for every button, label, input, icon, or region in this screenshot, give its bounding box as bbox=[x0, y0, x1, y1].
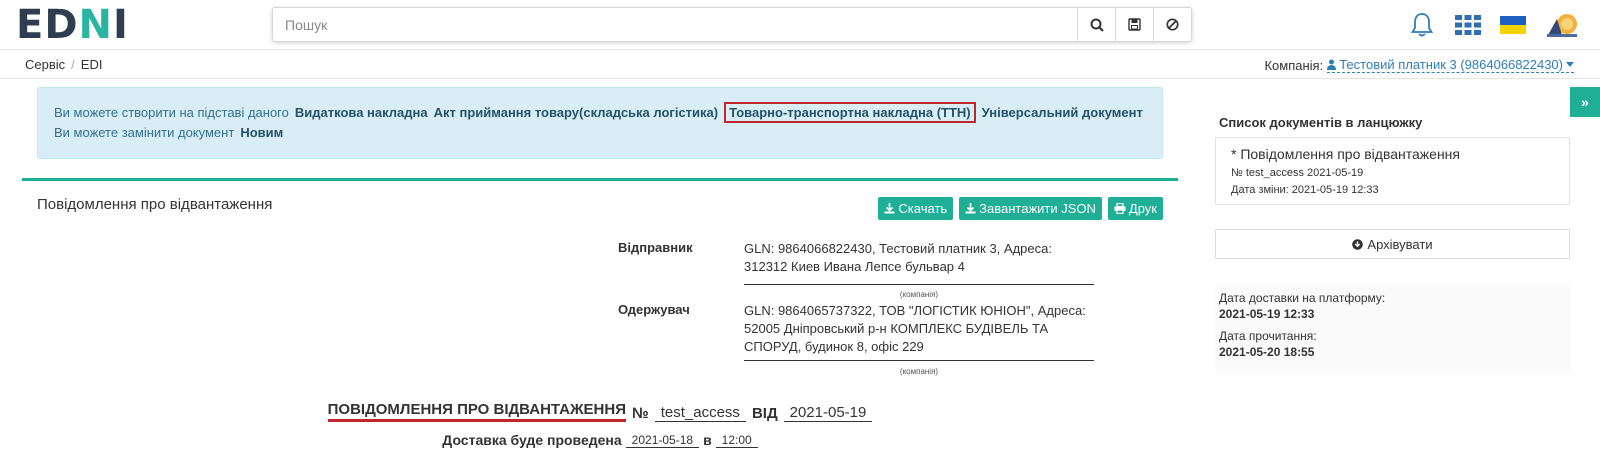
delivery-at: в bbox=[703, 432, 712, 448]
chain-document-number: № test_access 2021-05-19 bbox=[1231, 167, 1364, 179]
logo-n: N bbox=[78, 2, 114, 48]
clear-search-button[interactable] bbox=[1153, 8, 1191, 41]
sidebar-toggle-button[interactable]: » bbox=[1570, 87, 1600, 117]
read-value: 2021-05-20 18:55 bbox=[1219, 345, 1315, 359]
breadcrumb-separator: / bbox=[71, 57, 75, 72]
document-actions: Скачать Завантажити JSON Друк bbox=[878, 197, 1163, 220]
caret-down-icon bbox=[1566, 62, 1574, 67]
download-icon bbox=[965, 203, 976, 214]
download-label: Скачать bbox=[898, 201, 948, 216]
ban-icon bbox=[1166, 18, 1179, 31]
print-label: Друк bbox=[1128, 201, 1157, 216]
avatar-icon bbox=[1547, 14, 1577, 37]
document-panel: Повідомлення про відвантаження Скачать З… bbox=[22, 178, 1178, 468]
breadcrumb: Сервіс / EDI bbox=[25, 57, 102, 72]
apps-button[interactable] bbox=[1455, 0, 1481, 50]
notifications-button[interactable] bbox=[1410, 0, 1434, 50]
sender-value: GLN: 9864066822430, Тестовий платник 3, … bbox=[744, 241, 1052, 274]
breadcrumb-service[interactable]: Сервіс bbox=[25, 57, 65, 72]
delivery-time: 12:00 bbox=[715, 433, 758, 448]
print-button[interactable]: Друк bbox=[1107, 197, 1163, 220]
bell-icon bbox=[1410, 13, 1434, 37]
search-bar bbox=[272, 7, 1192, 42]
user-icon bbox=[1327, 59, 1337, 70]
ukraine-flag-icon bbox=[1500, 16, 1526, 34]
replace-line: Ви можете замінити документ Новим bbox=[54, 122, 1146, 142]
document-dates: Дата доставки на платформу: 2021-05-19 1… bbox=[1215, 285, 1570, 373]
breadcrumb-edi[interactable]: EDI bbox=[81, 57, 103, 72]
create-line: Ви можете створити на підставі даного Ви… bbox=[54, 101, 1146, 123]
user-menu-button[interactable] bbox=[1545, 0, 1579, 50]
sender-block: Відправник GLN: 9864066822430, Тестовий … bbox=[618, 240, 1098, 300]
delivered-label: Дата доставки на платформу: bbox=[1219, 291, 1386, 305]
company-dropdown[interactable]: Тестовий платник 3 (9864066822430) bbox=[1327, 57, 1574, 73]
document-date: 2021-05-19 bbox=[783, 404, 873, 422]
company-name: Тестовий платник 3 (9864066822430) bbox=[1339, 57, 1563, 72]
sender-note: (компанія) bbox=[899, 290, 939, 299]
document-number: test_access bbox=[654, 404, 746, 422]
chain-document-changed: Дата зміни: 2021-05-19 12:33 bbox=[1231, 184, 1379, 196]
document-heading: ПОВІДОМЛЕННЯ ПРО ВІДВАНТАЖЕННЯ № test_ac… bbox=[22, 401, 1178, 422]
download-json-button[interactable]: Завантажити JSON bbox=[959, 197, 1102, 220]
logo-ed: ED bbox=[16, 2, 79, 48]
logo-i: I bbox=[113, 2, 129, 48]
document-title: ПОВІДОМЛЕННЯ ПРО ВІДВАНТАЖЕННЯ bbox=[327, 401, 626, 422]
replace-prefix: Ви можете замінити документ bbox=[54, 124, 235, 140]
chain-document-title: * Повідомлення про відвантаження bbox=[1231, 146, 1460, 162]
save-search-button[interactable] bbox=[1115, 8, 1153, 41]
delivery-date: 2021-05-18 bbox=[625, 433, 700, 448]
receiver-value: GLN: 9864065737322, ТОВ "ЛОГІСТИК ЮНІОН"… bbox=[744, 303, 1086, 354]
language-button[interactable] bbox=[1500, 0, 1526, 50]
company-selector: Компанія: Тестовий платник 3 (9864066822… bbox=[1264, 57, 1574, 73]
archive-label: Архівувати bbox=[1367, 236, 1433, 252]
download-icon bbox=[884, 203, 895, 214]
company-label: Компанія: bbox=[1264, 57, 1324, 73]
delivered-value: 2021-05-19 12:33 bbox=[1219, 307, 1315, 321]
archive-icon bbox=[1352, 238, 1364, 250]
delivery-line: Доставка буде проведена 2021-05-18 в 12:… bbox=[22, 432, 1178, 448]
sender-line bbox=[744, 284, 1094, 285]
number-label: № bbox=[631, 405, 649, 422]
print-icon bbox=[1114, 203, 1126, 214]
top-bar: ED N I bbox=[0, 0, 1600, 50]
search-icon bbox=[1090, 18, 1104, 32]
save-icon bbox=[1128, 18, 1141, 31]
logo[interactable]: ED N I bbox=[16, 2, 129, 48]
receiver-label: Одержувач bbox=[618, 302, 690, 317]
receiver-line bbox=[744, 360, 1094, 361]
delivery-label: Доставка буде проведена bbox=[442, 432, 622, 448]
sender-label: Відправник bbox=[618, 240, 693, 255]
replace-new-link[interactable]: Новим bbox=[240, 125, 283, 140]
read-label: Дата прочитання: bbox=[1219, 329, 1317, 343]
create-prefix: Ви можете створити на підставі даного bbox=[54, 104, 289, 120]
download-json-label: Завантажити JSON bbox=[979, 201, 1096, 216]
breadcrumb-row: Сервіс / EDI Компанія: Тестовий платник … bbox=[0, 51, 1600, 79]
chain-list-title: Список документів в ланцюжку bbox=[1219, 115, 1423, 130]
create-acceptance-act-link[interactable]: Акт приймання товару(складська логістика… bbox=[434, 105, 718, 120]
download-button[interactable]: Скачать bbox=[878, 197, 954, 220]
create-based-alert: Ви можете створити на підставі даного Ви… bbox=[37, 87, 1163, 159]
panel-title: Повідомлення про відвантаження bbox=[37, 196, 273, 213]
search-input[interactable] bbox=[273, 8, 1077, 41]
receiver-block: Одержувач GLN: 9864065737322, ТОВ "ЛОГІС… bbox=[618, 302, 1098, 382]
create-ttn-link[interactable]: Товарно-транспортна накладна (ТТН) bbox=[724, 101, 976, 123]
create-invoice-link[interactable]: Видаткова накладна bbox=[295, 105, 428, 120]
chain-document-card[interactable]: * Повідомлення про відвантаження № test_… bbox=[1215, 137, 1570, 205]
receiver-note: (компанія) bbox=[899, 367, 939, 376]
grid-icon bbox=[1455, 15, 1481, 35]
date-label: ВІД bbox=[751, 405, 778, 422]
archive-button[interactable]: Архівувати bbox=[1215, 229, 1570, 259]
search-button[interactable] bbox=[1077, 8, 1115, 41]
create-universal-doc-link[interactable]: Універсальний документ bbox=[982, 105, 1143, 120]
